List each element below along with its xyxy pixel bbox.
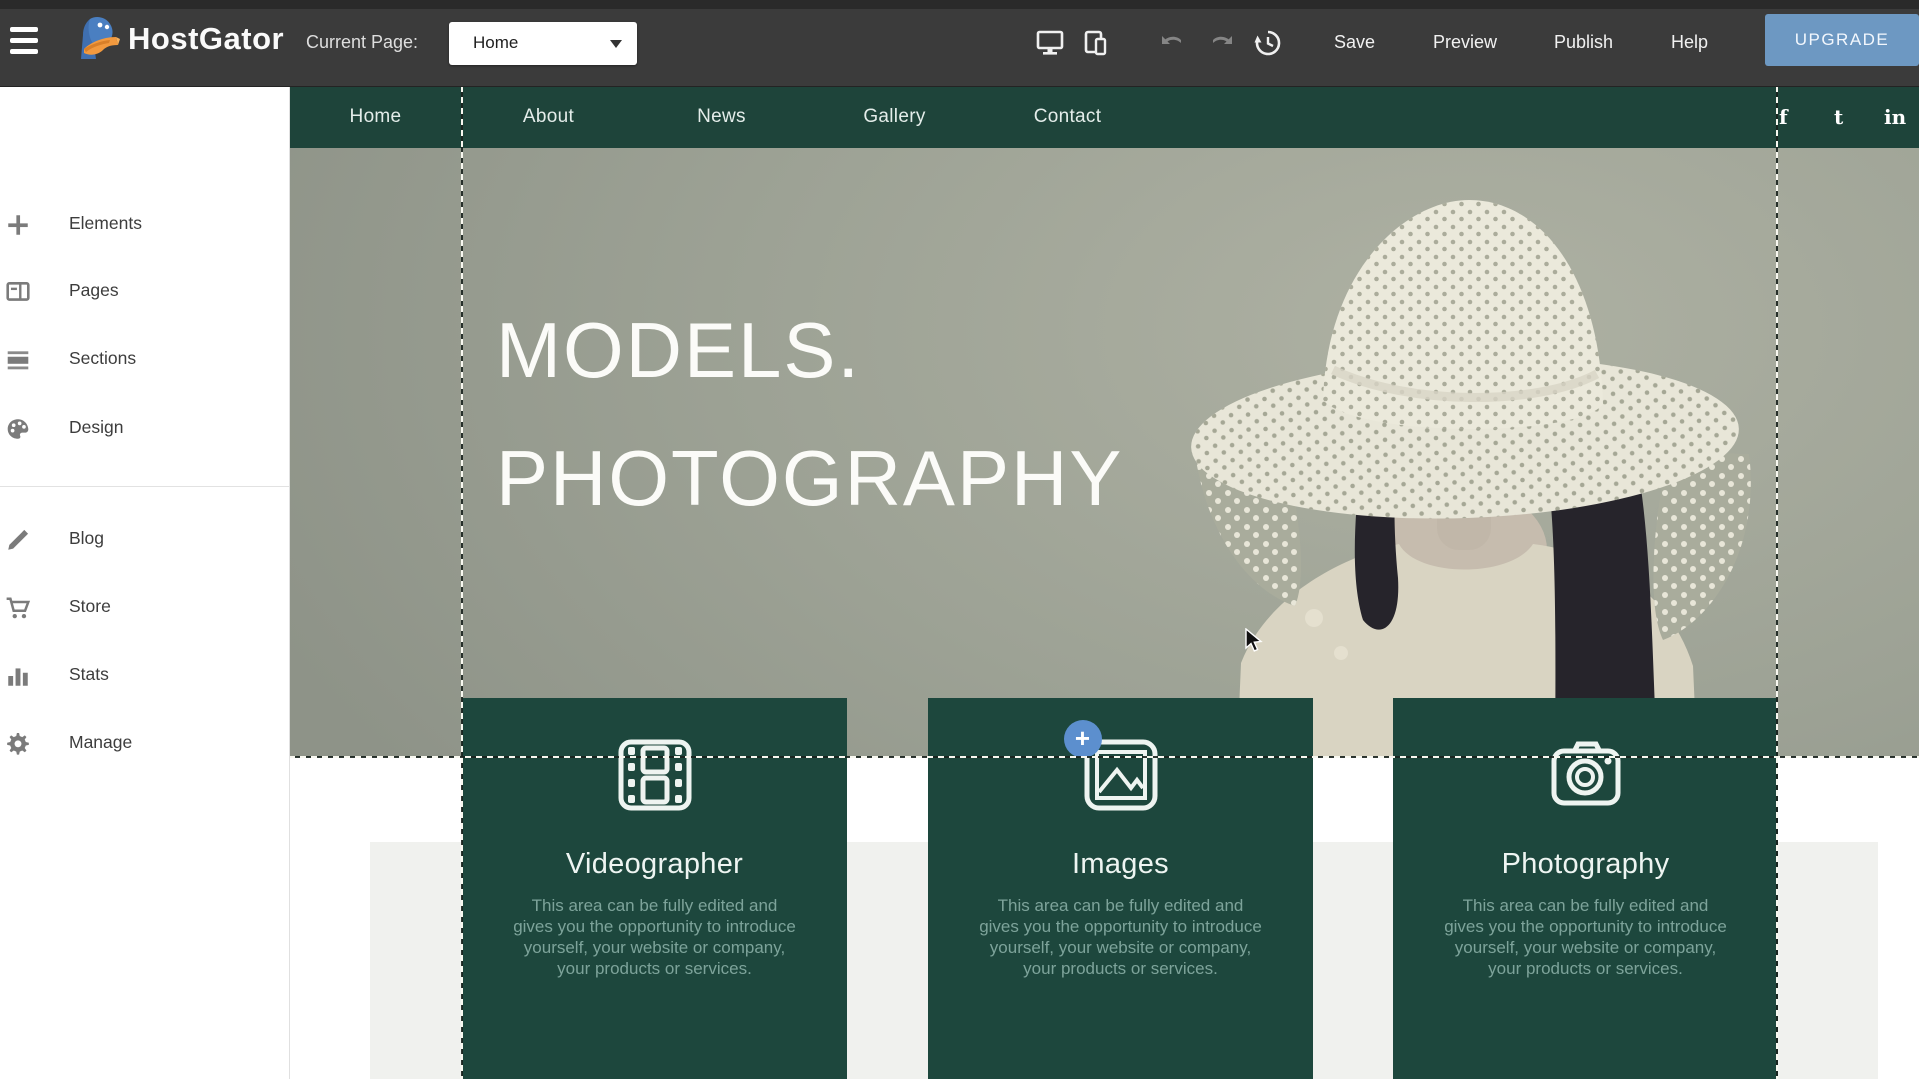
hero-section[interactable]: MODELS. PHOTOGRAPHY [289,148,1919,757]
current-page-label: Current Page: [306,32,418,53]
cart-icon [5,595,31,621]
site-nav-gallery[interactable]: Gallery [808,86,981,148]
page-select-value: Home [473,33,518,53]
film-icon [617,738,693,812]
sidebar-label: Design [69,417,123,438]
chevron-down-icon [610,40,622,48]
sidebar-item-sections[interactable]: Sections [0,345,289,375]
linkedin-icon[interactable]: in [1884,86,1906,148]
section-guide-left [461,86,463,1079]
sidebar-label: Pages [69,280,119,301]
site-navbar: Home About News Gallery Contact f t in [289,86,1919,148]
card-title: Images [928,848,1313,881]
sidebar-item-stats[interactable]: Stats [0,661,289,691]
sidebar-divider [0,486,289,487]
section-guide-right [1776,86,1778,1079]
hostgator-gator-icon [76,15,122,63]
brand-name: HostGator [128,21,284,57]
twitter-icon[interactable]: t [1834,86,1843,148]
card-body-text: This area can be fully edited and gives … [1444,895,1728,979]
section-guide-bottom [289,756,1919,758]
hamburger-menu-icon[interactable] [10,27,38,58]
add-image-button[interactable]: + [1064,720,1102,758]
sidebar-item-design[interactable]: Design [0,414,289,444]
card-body-text: This area can be fully edited and gives … [979,895,1263,979]
hero-title[interactable]: MODELS. PHOTOGRAPHY [496,286,1123,542]
sidebar-label: Blog [69,528,104,549]
sidebar-label: Manage [69,732,132,753]
sidebar-label: Sections [69,348,136,369]
editor-topbar: HostGator Current Page: Home [0,0,1919,87]
sidebar-label: Store [69,596,111,617]
undo-icon[interactable] [1158,30,1186,56]
pages-icon [5,279,31,305]
sections-icon [5,347,31,373]
sidebar-label: Stats [69,664,109,685]
hostgator-logo: HostGator [76,15,284,63]
sidebar-item-pages[interactable]: Pages [0,277,289,307]
save-button[interactable]: Save [1334,32,1375,53]
mobile-view-icon[interactable] [1082,30,1110,56]
plus-icon [5,212,31,238]
page-select-dropdown[interactable]: Home [449,22,637,65]
help-button[interactable]: Help [1671,32,1708,53]
card-title: Photography [1393,848,1778,881]
redo-icon[interactable] [1208,30,1236,56]
card-title: Videographer [462,848,847,881]
publish-button[interactable]: Publish [1554,32,1613,53]
camera-icon [1548,738,1624,812]
card-body-text: This area can be fully edited and gives … [513,895,797,979]
site-nav-about[interactable]: About [462,86,635,148]
mouse-cursor [1244,628,1268,654]
hero-title-line2: PHOTOGRAPHY [496,414,1123,542]
site-nav-contact[interactable]: Contact [981,86,1154,148]
facebook-icon[interactable]: f [1779,86,1788,148]
history-icon[interactable] [1254,30,1282,56]
desktop-view-icon[interactable] [1036,30,1064,56]
plus-icon: + [1075,725,1090,751]
site-nav-home[interactable]: Home [289,86,462,148]
upgrade-button[interactable]: UPGRADE [1765,14,1919,66]
hero-photo-model-with-hat [1109,148,1919,757]
sidebar-item-blog[interactable]: Blog [0,525,289,555]
sidebar-item-elements[interactable]: Elements [0,210,289,240]
preview-button[interactable]: Preview [1433,32,1497,53]
sidebar-item-store[interactable]: Store [0,593,289,623]
app-window: HostGator Current Page: Home [0,0,1919,1079]
sidebar-label: Elements [69,213,142,234]
bar-chart-icon [5,663,31,689]
pencil-icon [5,527,31,553]
site-nav-news[interactable]: News [635,86,808,148]
palette-icon [5,416,31,442]
hero-title-line1: MODELS. [496,286,1123,414]
editor-sidebar: Elements Pages Sections De [0,86,290,1079]
sidebar-item-manage[interactable]: Manage [0,729,289,759]
gear-icon [5,731,31,757]
